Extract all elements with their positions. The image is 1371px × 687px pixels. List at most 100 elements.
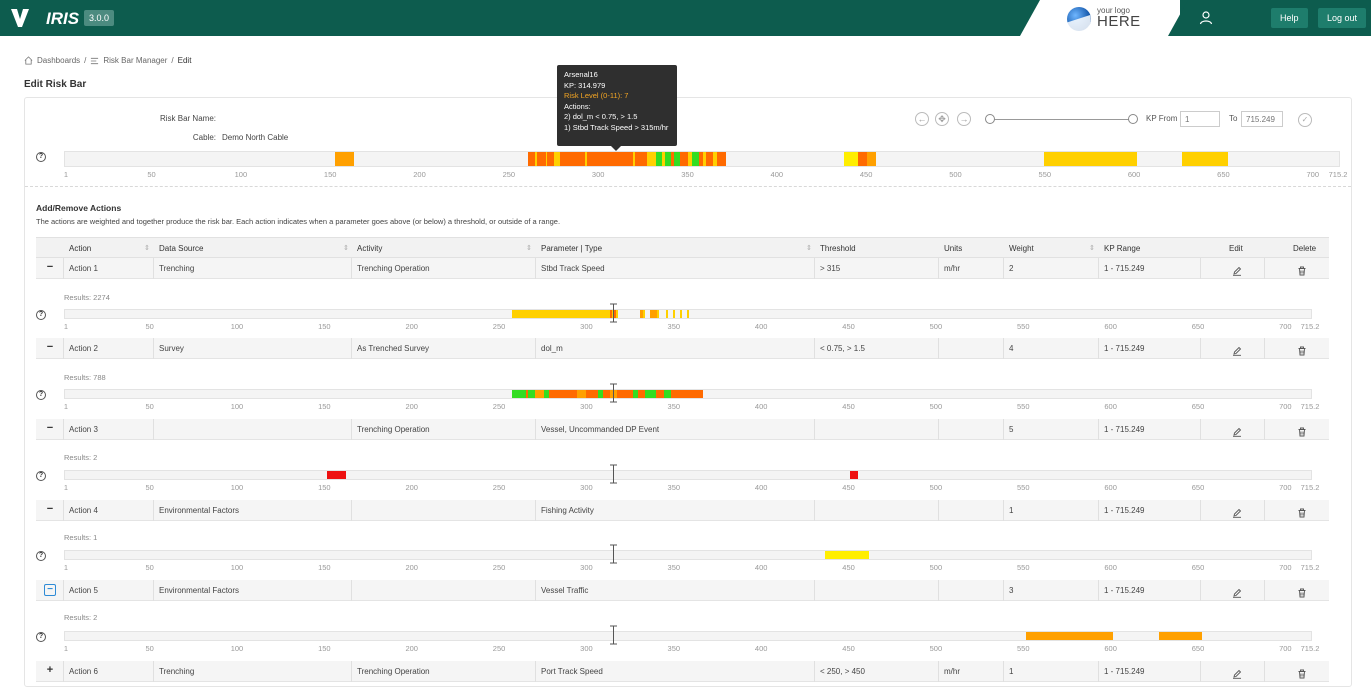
delete-icon[interactable] bbox=[1297, 585, 1307, 598]
risk-segment[interactable] bbox=[334, 152, 355, 166]
collapse-icon[interactable]: − bbox=[44, 423, 56, 435]
slider-max-handle[interactable] bbox=[1128, 114, 1138, 124]
risk-segment[interactable] bbox=[559, 152, 585, 166]
risk-segment[interactable] bbox=[512, 390, 527, 398]
sort-icon[interactable]: ⇕ bbox=[526, 244, 532, 252]
col-weight[interactable]: Weight bbox=[1009, 244, 1034, 253]
risk-segment[interactable] bbox=[692, 152, 700, 166]
risk-segment[interactable] bbox=[673, 310, 675, 318]
delete-icon[interactable] bbox=[1297, 263, 1307, 276]
brand-logo[interactable] bbox=[10, 7, 30, 29]
risk-segment[interactable] bbox=[586, 152, 634, 166]
breadcrumb-dashboards[interactable]: Dashboards bbox=[37, 56, 80, 65]
sort-icon[interactable]: ⇕ bbox=[343, 244, 349, 252]
risk-segment[interactable] bbox=[867, 152, 877, 166]
risk-segment[interactable] bbox=[527, 152, 535, 166]
risk-segment[interactable] bbox=[585, 390, 598, 398]
logout-button[interactable]: Log out bbox=[1318, 8, 1367, 28]
risk-segment[interactable] bbox=[825, 551, 869, 559]
col-kp-range[interactable]: KP Range bbox=[1104, 244, 1140, 253]
pan-right-icon[interactable]: → bbox=[957, 112, 971, 126]
delete-icon[interactable] bbox=[1297, 505, 1307, 518]
action-risk-bar[interactable] bbox=[64, 631, 1312, 641]
pan-center-icon[interactable]: ✥ bbox=[935, 112, 949, 126]
risk-segment[interactable] bbox=[679, 152, 689, 166]
action-risk-bar[interactable] bbox=[64, 389, 1312, 399]
risk-segment[interactable] bbox=[680, 310, 682, 318]
risk-segment[interactable] bbox=[706, 152, 714, 166]
table-row[interactable]: − Action 4 Environmental Factors Fishing Ac… bbox=[36, 500, 1329, 521]
edit-icon[interactable] bbox=[1232, 424, 1242, 437]
collapse-icon[interactable]: − bbox=[44, 504, 56, 516]
risk-segment[interactable] bbox=[548, 390, 577, 398]
edit-icon[interactable] bbox=[1232, 585, 1242, 598]
slider-min-handle[interactable] bbox=[985, 114, 995, 124]
col-activity[interactable]: Activity bbox=[357, 244, 382, 253]
table-row[interactable]: − Action 1 Trenching Trenching Operation Stb… bbox=[36, 258, 1329, 279]
col-units[interactable]: Units bbox=[944, 244, 962, 253]
risk-segment[interactable] bbox=[647, 152, 657, 166]
risk-bar[interactable] bbox=[64, 151, 1340, 167]
risk-segment[interactable] bbox=[717, 152, 726, 166]
delete-icon[interactable] bbox=[1297, 424, 1307, 437]
kp-to-input[interactable] bbox=[1241, 111, 1283, 127]
risk-segment[interactable] bbox=[666, 310, 668, 318]
user-icon[interactable] bbox=[1198, 10, 1214, 26]
delete-icon[interactable] bbox=[1297, 666, 1307, 679]
risk-segment[interactable] bbox=[576, 390, 586, 398]
risk-segment[interactable] bbox=[655, 390, 665, 398]
col-action[interactable]: Action bbox=[69, 244, 91, 253]
pan-left-icon[interactable]: ← bbox=[915, 112, 929, 126]
breadcrumb-risk-bar-manager[interactable]: Risk Bar Manager bbox=[103, 56, 167, 65]
edit-icon[interactable] bbox=[1232, 263, 1242, 276]
action-risk-bar[interactable] bbox=[64, 470, 1312, 480]
table-row[interactable]: − Action 2 Survey As Trenched Survey dol_m < … bbox=[36, 338, 1329, 359]
risk-segment[interactable] bbox=[1158, 632, 1203, 640]
edit-icon[interactable] bbox=[1232, 666, 1242, 679]
edit-icon[interactable] bbox=[1232, 343, 1242, 356]
risk-segment[interactable] bbox=[535, 390, 544, 398]
risk-segment[interactable] bbox=[657, 310, 660, 318]
risk-segment[interactable] bbox=[645, 390, 656, 398]
risk-segment[interactable] bbox=[843, 152, 859, 166]
risk-segment[interactable] bbox=[650, 310, 658, 318]
col-parameter[interactable]: Parameter | Type bbox=[541, 244, 602, 253]
collapse-icon[interactable]: − bbox=[44, 342, 56, 354]
risk-segment[interactable] bbox=[1181, 152, 1228, 166]
help-icon[interactable]: ? bbox=[36, 310, 46, 320]
risk-segment[interactable] bbox=[634, 152, 648, 166]
action-risk-bar[interactable] bbox=[64, 550, 1312, 560]
col-data-source[interactable]: Data Source bbox=[159, 244, 203, 253]
kp-range-slider[interactable] bbox=[990, 119, 1132, 120]
risk-segment[interactable] bbox=[617, 390, 633, 398]
col-threshold[interactable]: Threshold bbox=[820, 244, 856, 253]
help-icon[interactable]: ? bbox=[36, 390, 46, 400]
risk-segment[interactable] bbox=[671, 390, 703, 398]
table-row[interactable]: − Action 5 Environmental Factors Vessel Tra… bbox=[36, 580, 1329, 601]
risk-segment[interactable] bbox=[858, 152, 868, 166]
risk-segment[interactable] bbox=[547, 152, 555, 166]
delete-icon[interactable] bbox=[1297, 343, 1307, 356]
help-icon[interactable]: ? bbox=[36, 632, 46, 642]
apply-range-icon[interactable]: ✓ bbox=[1298, 113, 1312, 127]
help-icon[interactable]: ? bbox=[36, 471, 46, 481]
help-icon[interactable]: ? bbox=[36, 152, 46, 162]
table-row[interactable]: − Action 3 Trenching Operation Vessel, Unco… bbox=[36, 419, 1329, 440]
risk-segment[interactable] bbox=[514, 310, 611, 318]
help-icon[interactable]: ? bbox=[36, 551, 46, 561]
collapse-icon[interactable]: − bbox=[44, 262, 56, 274]
help-button[interactable]: Help bbox=[1271, 8, 1308, 28]
collapse-icon[interactable]: − bbox=[44, 584, 56, 596]
risk-segment[interactable] bbox=[327, 471, 347, 479]
risk-segment[interactable] bbox=[643, 310, 646, 318]
risk-segment[interactable] bbox=[687, 310, 689, 318]
sort-icon[interactable]: ⇕ bbox=[144, 244, 150, 252]
risk-segment[interactable] bbox=[1043, 152, 1137, 166]
table-row[interactable]: + Action 6 Trenching Trenching Operation Por… bbox=[36, 661, 1329, 682]
edit-icon[interactable] bbox=[1232, 505, 1242, 518]
risk-segment[interactable] bbox=[536, 152, 546, 166]
sort-icon[interactable]: ⇕ bbox=[806, 244, 812, 252]
risk-segment[interactable] bbox=[1026, 632, 1114, 640]
sort-icon[interactable]: ⇕ bbox=[1089, 244, 1095, 252]
risk-segment[interactable] bbox=[849, 471, 859, 479]
